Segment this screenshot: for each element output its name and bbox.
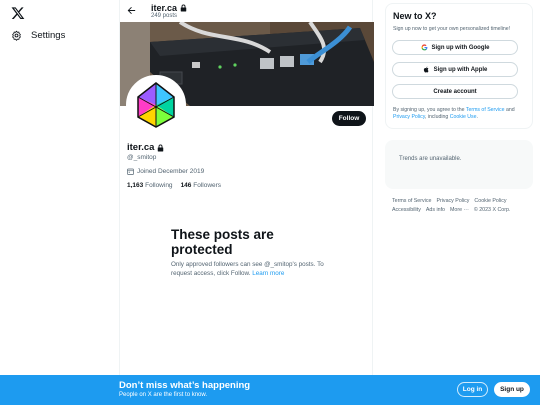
banner-title: Don’t miss what’s happening xyxy=(119,380,251,391)
avatar[interactable] xyxy=(126,75,186,135)
terms-and: and xyxy=(504,107,515,113)
footer-link[interactable]: Ads info xyxy=(426,207,445,213)
google-signup-button[interactable]: Sign up with Google xyxy=(392,40,518,55)
terms-link[interactable]: Terms of Service xyxy=(466,107,505,113)
signup-button[interactable]: Sign up xyxy=(494,382,530,397)
joined-text: Joined December 2019 xyxy=(137,168,205,175)
google-signup-label: Sign up with Google xyxy=(431,44,490,51)
create-account-label: Create account xyxy=(433,88,477,95)
profile-name: iter.ca xyxy=(127,142,155,153)
header-name: iter.ca xyxy=(151,3,178,13)
signup-terms: By signing up, you agree to the Terms of… xyxy=(393,107,529,121)
terms-end: . xyxy=(476,113,478,120)
following-link[interactable]: 1,163 Following xyxy=(127,182,173,189)
avatar-image xyxy=(128,77,184,133)
terms-prefix: By signing up, you agree to the xyxy=(393,107,466,113)
privacy-link[interactable]: Privacy Policy xyxy=(393,114,425,120)
trends-box: Trends are unavailable. xyxy=(385,140,533,189)
joined-date: Joined December 2019 xyxy=(127,168,204,175)
footer-links: Terms of Service Privacy Policy Cookie Pol… xyxy=(392,197,532,215)
lock-icon xyxy=(180,4,187,12)
copyright: © 2023 X Corp. xyxy=(473,206,511,213)
settings-label: Settings xyxy=(31,30,66,41)
apple-signup-button[interactable]: Sign up with Apple xyxy=(392,62,518,77)
x-logo-icon[interactable] xyxy=(11,6,25,20)
header-name-row: iter.ca xyxy=(151,3,187,13)
right-sidebar: New to X? Sign up now to get your own pe… xyxy=(373,0,540,375)
apple-signup-label: Sign up with Apple xyxy=(433,66,488,73)
learn-more-link[interactable]: Learn more xyxy=(252,270,284,277)
protected-text: Only approved followers can see @_smitop… xyxy=(171,261,341,278)
gear-icon xyxy=(12,30,21,41)
following-label: Following xyxy=(145,182,173,189)
calendar-icon xyxy=(127,168,134,175)
profile-column: iter.ca 249 posts Follow iter.ca @_smito… xyxy=(119,0,374,375)
apple-icon xyxy=(423,66,429,73)
banner-subtitle: People on X are the first to know. xyxy=(119,392,208,398)
protected-title: These posts are protected xyxy=(171,227,274,257)
post-count: 249 posts xyxy=(151,13,178,19)
profile-header: iter.ca 249 posts xyxy=(120,0,374,22)
footer-link[interactable]: Accessibility xyxy=(392,207,421,213)
followers-link[interactable]: 146 Followers xyxy=(181,182,221,189)
footer-link[interactable]: Privacy Policy xyxy=(436,198,469,204)
profile-name-row: iter.ca xyxy=(127,142,164,153)
signup-subtitle: Sign up now to get your own personalized… xyxy=(393,26,511,32)
left-nav: Settings xyxy=(0,0,119,375)
footer-link[interactable]: More ··· xyxy=(450,207,469,213)
footer-link[interactable]: Cookie Policy xyxy=(474,198,506,204)
followers-label: Followers xyxy=(193,182,222,189)
create-account-button[interactable]: Create account xyxy=(392,84,518,99)
footer-link[interactable]: Terms of Service xyxy=(392,198,431,204)
followers-count: 146 xyxy=(180,182,192,189)
follow-button[interactable]: Follow xyxy=(332,111,366,126)
protected-body: Only approved followers can see @_smitop… xyxy=(171,261,324,277)
signup-title: New to X? xyxy=(393,11,437,21)
settings-nav-item[interactable]: Settings xyxy=(11,30,65,41)
following-count: 1,163 xyxy=(127,182,144,189)
google-icon xyxy=(420,44,427,51)
trends-unavailable-text: Trends are unavailable. xyxy=(399,156,462,162)
back-arrow-icon[interactable] xyxy=(126,5,137,16)
cookie-use-link[interactable]: Cookie Use xyxy=(450,114,477,120)
login-button[interactable]: Log in xyxy=(457,382,488,397)
follow-stats: 1,163 Following 146 Followers xyxy=(127,182,221,189)
lock-icon xyxy=(158,144,164,151)
terms-mid: , including xyxy=(424,113,450,120)
signup-box: New to X? Sign up now to get your own pe… xyxy=(385,3,533,129)
profile-handle: @_smitop xyxy=(127,154,157,161)
